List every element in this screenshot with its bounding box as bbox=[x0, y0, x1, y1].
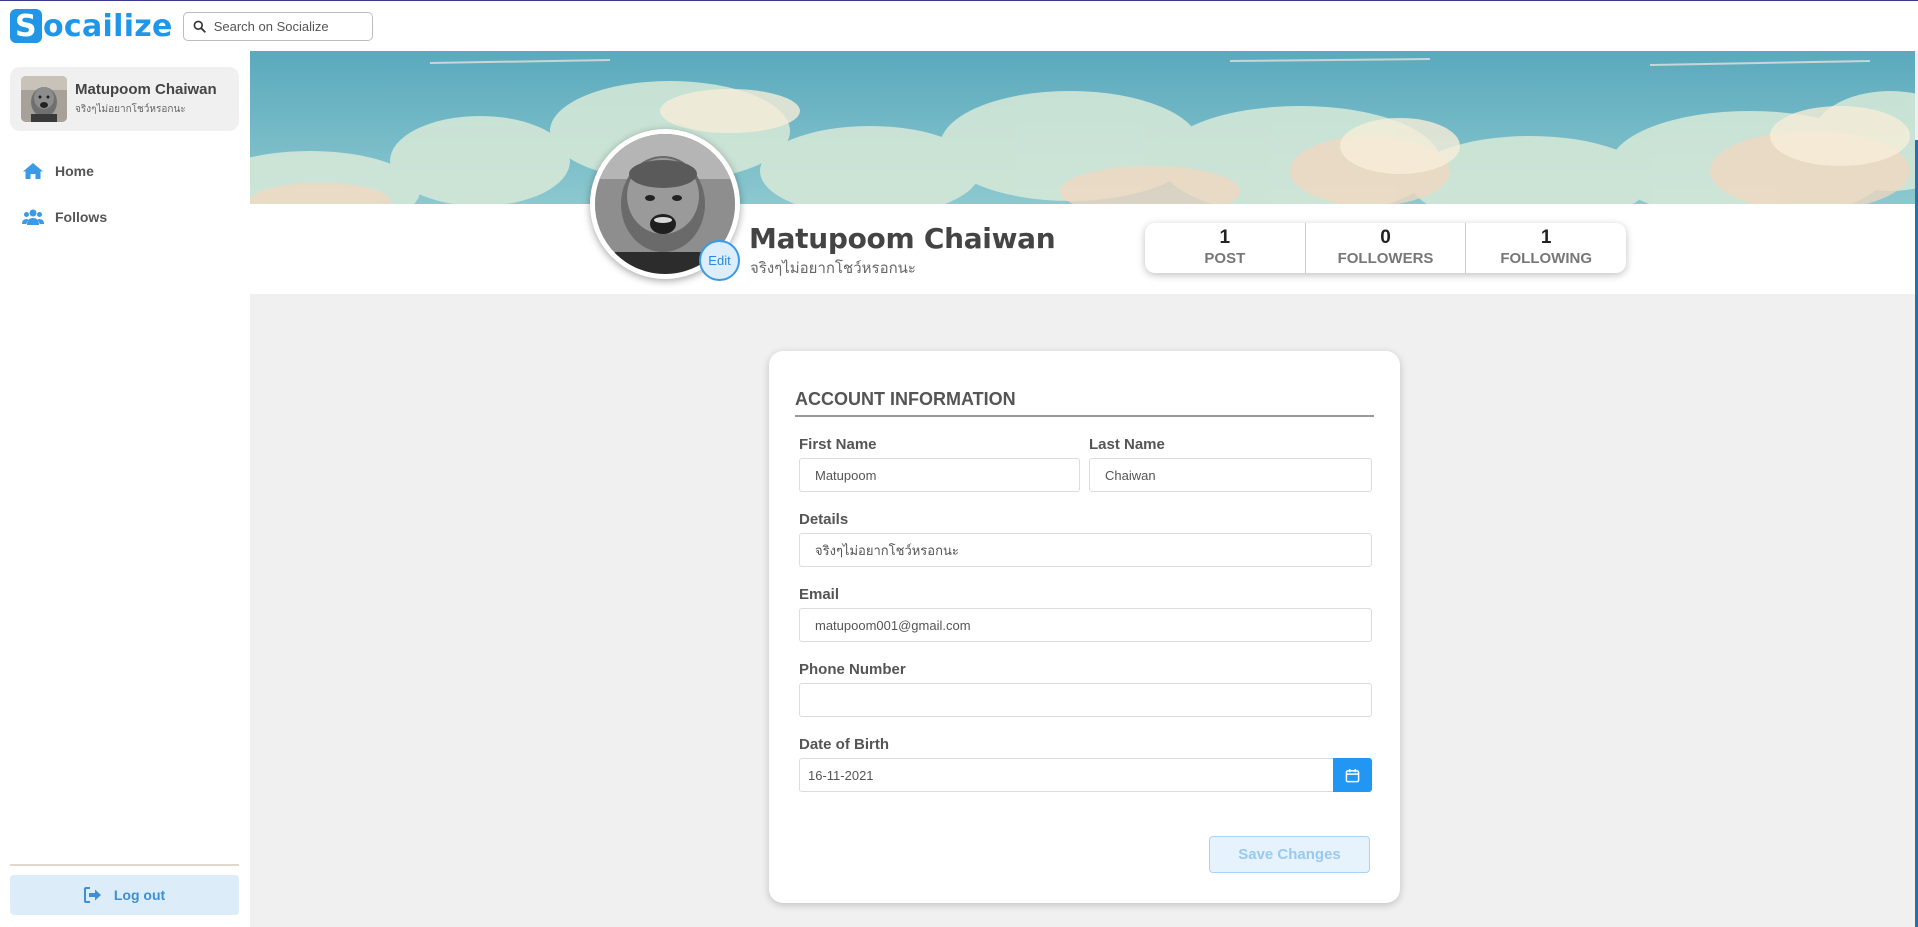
calendar-icon bbox=[1345, 768, 1360, 782]
app-logo[interactable]: Socailize bbox=[10, 9, 173, 44]
sidebar-divider bbox=[10, 864, 239, 866]
profile-bio: จริงๆไม่อยากโชว์หรอกนะ bbox=[750, 260, 916, 277]
home-icon bbox=[23, 163, 43, 179]
save-changes-button[interactable]: Save Changes bbox=[1209, 836, 1370, 873]
stat-following[interactable]: 1 FOLLOWING bbox=[1466, 223, 1626, 273]
search-box[interactable] bbox=[182, 11, 373, 41]
email-label: Email bbox=[799, 586, 840, 603]
search-input[interactable] bbox=[213, 18, 364, 34]
sidebar-item-home[interactable]: Home bbox=[22, 162, 94, 180]
stat-label: FOLLOWERS bbox=[1337, 250, 1434, 267]
title-divider bbox=[795, 415, 1374, 417]
stat-value: 1 bbox=[1219, 227, 1231, 248]
sidebar-user-name: Matupoom Chaiwan bbox=[75, 81, 217, 98]
first-name-label: First Name bbox=[799, 436, 877, 453]
profile-header bbox=[250, 204, 1915, 294]
dob-field[interactable] bbox=[799, 758, 1334, 792]
phone-field[interactable] bbox=[799, 683, 1372, 717]
details-label: Details bbox=[799, 511, 849, 528]
details-field[interactable] bbox=[799, 533, 1372, 567]
stat-posts[interactable]: 1 POST bbox=[1145, 223, 1306, 273]
sidebar-item-label: Home bbox=[55, 163, 94, 179]
email-field[interactable] bbox=[799, 608, 1372, 642]
users-icon bbox=[22, 209, 44, 225]
top-navbar: Socailize bbox=[0, 0, 1918, 51]
sidebar-user-bio: จริงๆไม่อยากโชว์หรอกนะ bbox=[75, 104, 186, 115]
card-title: ACCOUNT INFORMATION bbox=[795, 389, 1016, 409]
first-name-field[interactable] bbox=[799, 458, 1080, 492]
last-name-label: Last Name bbox=[1089, 436, 1165, 453]
cover-image bbox=[250, 51, 1915, 204]
calendar-button[interactable] bbox=[1333, 758, 1372, 792]
account-info-card: ACCOUNT INFORMATION First Name Last Name… bbox=[769, 351, 1400, 903]
sign-out-icon bbox=[83, 887, 101, 903]
logo-text: ocailize bbox=[43, 8, 173, 44]
profile-name: Matupoom Chaiwan bbox=[749, 222, 1056, 255]
profile-stats: 1 POST 0 FOLLOWERS 1 FOLLOWING bbox=[1145, 223, 1626, 273]
phone-label: Phone Number bbox=[799, 661, 906, 678]
logout-label: Log out bbox=[113, 887, 166, 903]
stat-label: POST bbox=[1204, 250, 1246, 267]
edit-avatar-button[interactable]: Edit bbox=[699, 240, 740, 281]
sidebar-item-label: Follows bbox=[55, 209, 108, 225]
avatar bbox=[21, 76, 67, 122]
sidebar-item-follows[interactable]: Follows bbox=[22, 208, 107, 226]
sidebar: Matupoom Chaiwan จริงๆไม่อยากโชว์หรอกนะ … bbox=[0, 51, 250, 927]
dob-label: Date of Birth bbox=[799, 736, 889, 753]
stat-followers[interactable]: 0 FOLLOWERS bbox=[1306, 223, 1467, 273]
stat-value: 0 bbox=[1380, 227, 1391, 248]
search-icon bbox=[193, 20, 206, 33]
stat-label: FOLLOWING bbox=[1500, 250, 1592, 267]
logout-button[interactable]: Log out bbox=[10, 875, 239, 915]
stat-value: 1 bbox=[1540, 227, 1552, 248]
sidebar-profile-card[interactable]: Matupoom Chaiwan จริงๆไม่อยากโชว์หรอกนะ bbox=[10, 67, 239, 131]
logo-badge: S bbox=[10, 9, 42, 44]
last-name-field[interactable] bbox=[1089, 458, 1372, 492]
